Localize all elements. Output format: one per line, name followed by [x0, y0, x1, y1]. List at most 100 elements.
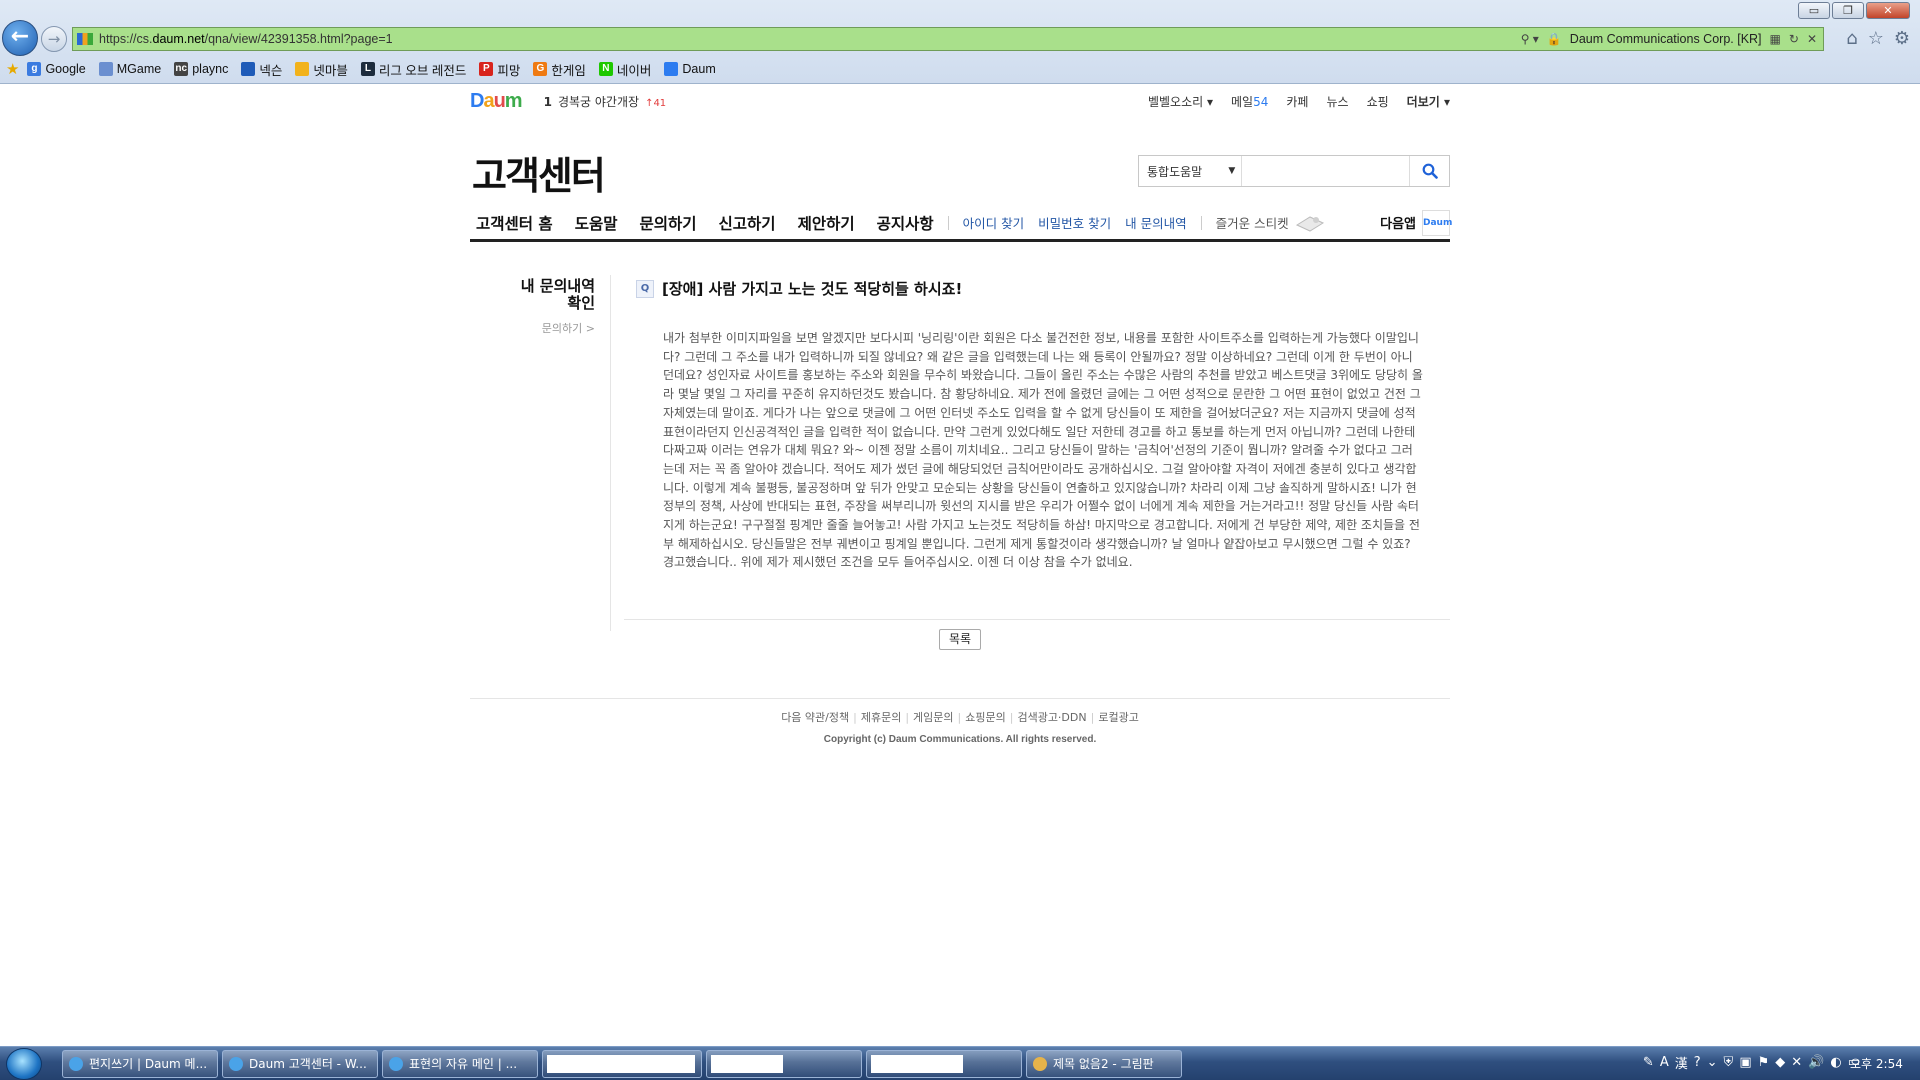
gear-icon[interactable]: ⚙ — [1894, 28, 1910, 49]
user-menu[interactable]: 벨벨오소리 ▾ — [1148, 93, 1213, 110]
menu-item[interactable]: 제안하기 — [798, 212, 855, 234]
favorites-star-icon[interactable]: ☆ — [1868, 28, 1884, 49]
address-url[interactable]: https://cs.daum.net/qna/view/42391358.ht… — [99, 32, 1521, 46]
browser-chrome: ▭ ❐ ✕ ← → https://cs.daum.net/qna/view/4… — [0, 0, 1920, 84]
search-scope-label: 통합도움말 — [1147, 164, 1203, 179]
taskbar-item[interactable] — [706, 1050, 862, 1078]
refresh-icon[interactable]: ↻ — [1789, 32, 1799, 46]
footer-link[interactable]: 게임문의 — [913, 711, 953, 724]
search-scope-select[interactable]: 통합도움말 ▼ — [1139, 156, 1243, 186]
site-identity[interactable]: Daum Communications Corp. [KR] — [1570, 32, 1762, 46]
restore-button[interactable]: ❐ — [1832, 2, 1864, 19]
taskbar-item-label: 표현의 자유 메인 | ... — [409, 1057, 518, 1071]
menu-item[interactable]: 공지사항 — [877, 212, 934, 234]
menu-main: 고객센터 홈 도움말 문의하기 신고하기 제안하기 공지사항 — [470, 212, 934, 234]
help-icon[interactable]: ? — [1694, 1055, 1701, 1070]
tray-arrow-icon[interactable]: ⌄ — [1707, 1055, 1718, 1070]
footer-link[interactable]: 쇼핑문의 — [965, 711, 1005, 724]
sidebar-title[interactable]: 내 문의내역 확인 — [470, 278, 595, 312]
submenu-item[interactable]: 비밀번호 찾기 — [1038, 213, 1111, 232]
list-button[interactable]: 목록 — [939, 629, 981, 650]
bookmark-item[interactable]: L 리그 오브 레전드 — [360, 60, 466, 79]
taskbar-item[interactable] — [866, 1050, 1022, 1078]
news-link[interactable]: 뉴스 — [1326, 93, 1348, 110]
menu-item[interactable]: 문의하기 — [639, 212, 696, 234]
realtime-rank[interactable]: 1 경복궁 야간개장 ↑41 — [544, 93, 667, 110]
bookmark-item[interactable]: Daum — [664, 60, 716, 79]
start-button[interactable] — [6, 1048, 42, 1080]
stop-icon[interactable]: ✕ — [1807, 32, 1817, 46]
article-title: [장애] 사람 가지고 노는 것도 적당히들 하시죠! — [662, 280, 963, 298]
bookmark-item[interactable]: MGame — [98, 60, 161, 79]
clock[interactable]: 오후 2:54 — [1850, 1055, 1910, 1072]
taskbar-item[interactable]: 편지쓰기 | Daum 메... — [62, 1050, 218, 1078]
mail-link[interactable]: 메일54 — [1231, 93, 1268, 110]
search-dropdown-icon[interactable]: ⚲ ▾ — [1521, 32, 1539, 46]
url-domain: daum.net — [152, 32, 205, 46]
logo-letter: u — [493, 89, 506, 112]
submenu-item[interactable]: 아이디 찾기 — [963, 213, 1024, 232]
menu-item[interactable]: 도움말 — [575, 212, 618, 234]
droplet-icon[interactable]: ◆ — [1775, 1055, 1785, 1070]
taskbar-item[interactable] — [542, 1050, 702, 1078]
tray-icon[interactable]: ✎ — [1643, 1055, 1654, 1070]
submenu-item[interactable]: 내 문의내역 — [1125, 213, 1186, 232]
cafe-link[interactable]: 카페 — [1286, 93, 1308, 110]
daum-icon — [664, 62, 679, 76]
ime-icon[interactable]: A — [1660, 1055, 1669, 1070]
ie-icon — [389, 1057, 403, 1071]
flag-icon[interactable]: ⚑ — [1758, 1055, 1770, 1070]
search-button[interactable] — [1409, 156, 1449, 186]
back-button[interactable]: ← — [2, 20, 38, 56]
sidebar-inquiry-link[interactable]: 문의하기 > — [470, 320, 595, 336]
bookmark-item[interactable]: N 네이버 — [598, 60, 651, 79]
nexon-icon — [241, 62, 256, 76]
menu-item[interactable]: 고객센터 홈 — [476, 212, 553, 234]
network-icon[interactable]: ▣ — [1739, 1055, 1751, 1070]
daum-app-link[interactable]: 다음앱 Daum — [1380, 209, 1452, 236]
footer-link[interactable]: 다음 약관/정책 — [781, 711, 849, 724]
close-button[interactable]: ✕ — [1866, 2, 1910, 19]
shopping-link[interactable]: 쇼핑 — [1367, 93, 1389, 110]
bookmark-item[interactable]: 넥슨 — [241, 60, 282, 79]
redacted-area — [711, 1055, 783, 1073]
shield-icon[interactable]: ⛨ — [1724, 1055, 1734, 1070]
taskbar-item[interactable]: Daum 고객센터 - W... — [222, 1050, 378, 1078]
bookmark-label: 한게임 — [551, 63, 586, 78]
more-menu[interactable]: 더보기 ▾ — [1407, 93, 1450, 110]
minimize-button[interactable]: ▭ — [1798, 2, 1830, 19]
forward-button[interactable]: → — [41, 26, 67, 52]
search-input[interactable] — [1242, 156, 1410, 186]
page-title[interactable]: 고객센터 — [472, 145, 606, 200]
bookmark-item[interactable]: P 피망 — [479, 60, 520, 79]
daum-logo[interactable]: Daum — [470, 89, 523, 113]
sidebar-title-line: 내 문의내역 — [520, 277, 595, 295]
footer-link[interactable]: 검색광고·DDN — [1017, 711, 1086, 724]
taskbar-item[interactable]: 표현의 자유 메인 | ... — [382, 1050, 538, 1078]
lock-icon[interactable]: 🔒 — [1547, 32, 1562, 46]
compat-view-icon[interactable]: ▦ — [1770, 32, 1781, 46]
footer-link[interactable]: 로컬광고 — [1098, 711, 1138, 724]
bookmark-item[interactable]: g Google — [27, 60, 86, 79]
search-icon — [1422, 163, 1438, 179]
google-icon: g — [27, 62, 42, 76]
volume-icon[interactable]: 🔊 — [1808, 1055, 1824, 1070]
redacted-area — [547, 1055, 695, 1073]
taskbar-item[interactable]: 제목 없음2 - 그림판 — [1026, 1050, 1182, 1078]
bookmark-item[interactable]: nc plaync — [174, 60, 228, 79]
hangame-icon: G — [533, 62, 548, 76]
bookmark-item[interactable]: G 한게임 — [533, 60, 586, 79]
vertical-divider — [610, 275, 611, 631]
speaker-icon[interactable]: ◐ — [1830, 1055, 1841, 1070]
address-bar[interactable]: https://cs.daum.net/qna/view/42391358.ht… — [72, 27, 1824, 51]
divider — [470, 698, 1450, 699]
sticket-link[interactable]: 즐거운 스티켓 — [1216, 213, 1325, 233]
tools-icon[interactable]: ✕ — [1791, 1055, 1802, 1070]
app-label: 다음앱 — [1380, 217, 1416, 232]
footer-link[interactable]: 제휴문의 — [861, 711, 901, 724]
bookmark-item[interactable]: 넷마블 — [295, 60, 348, 79]
menu-item[interactable]: 신고하기 — [719, 212, 776, 234]
favorites-add-icon[interactable]: ★ — [6, 60, 19, 78]
hanja-icon[interactable]: 漢 — [1675, 1053, 1688, 1072]
home-icon[interactable]: ⌂ — [1846, 28, 1857, 49]
